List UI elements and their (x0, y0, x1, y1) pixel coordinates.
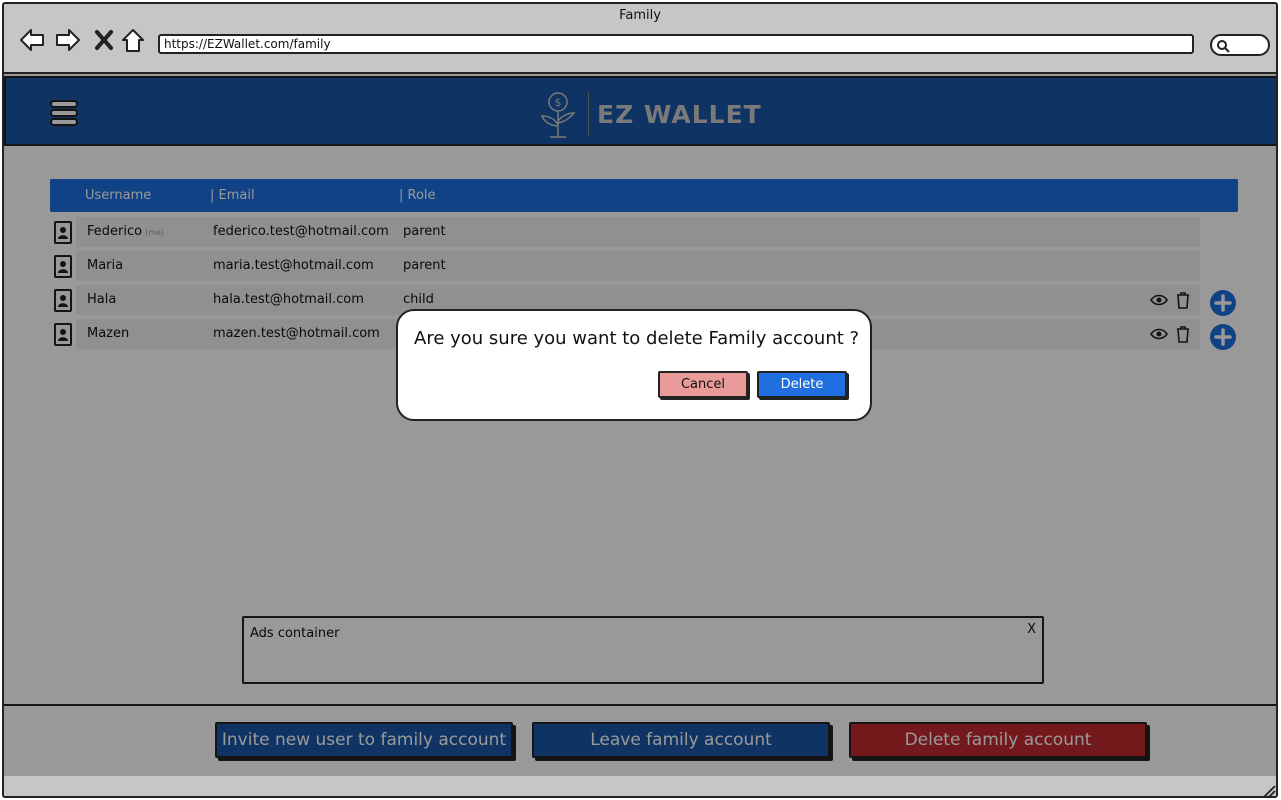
modal-overlay[interactable] (4, 74, 1276, 776)
cancel-button[interactable]: Cancel (658, 371, 748, 398)
search-icon (1217, 40, 1230, 53)
forward-arrow-icon[interactable] (54, 26, 82, 54)
browser-status-bar (4, 776, 1276, 798)
browser-window: Family https://EZWallet.com/family $ EZ … (2, 2, 1278, 798)
close-icon[interactable] (90, 26, 118, 54)
home-icon[interactable] (119, 26, 147, 54)
back-arrow-icon[interactable] (18, 26, 46, 54)
confirm-delete-button[interactable]: Delete (757, 371, 847, 398)
resize-grip-icon[interactable] (1262, 784, 1276, 798)
dialog-message: Are you sure you want to delete Family a… (414, 328, 860, 349)
address-bar[interactable]: https://EZWallet.com/family (158, 34, 1194, 54)
confirm-delete-dialog: Are you sure you want to delete Family a… (396, 309, 872, 421)
window-title: Family (619, 8, 661, 23)
browser-search-field[interactable] (1210, 34, 1270, 56)
